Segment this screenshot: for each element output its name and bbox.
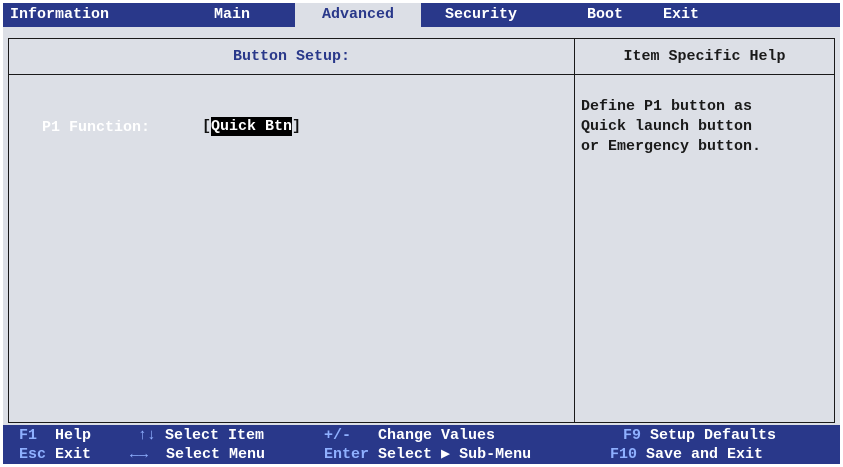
p1-function-value[interactable]: Quick Btn: [211, 117, 293, 136]
menu-tab-exit[interactable]: Exit: [663, 3, 699, 27]
key-hint-save-exit: F10 Save and Exit: [610, 446, 763, 464]
key-f9: F9: [623, 427, 642, 444]
key-hint-setup-defaults: F9 Setup Defaults: [623, 427, 776, 445]
key-desc: Help: [55, 427, 92, 444]
menu-tab-main[interactable]: Main: [214, 3, 250, 27]
key-hint-sub-menu: Enter Select ▶ Sub-Menu: [324, 446, 531, 464]
menu-tab-boot[interactable]: Boot: [587, 3, 623, 27]
key-desc: Change Values: [378, 427, 496, 444]
key-f10: F10: [610, 446, 638, 463]
key-hint-exit: Esc Exit: [19, 446, 91, 464]
key-hint-help: F1 Help: [19, 427, 91, 445]
menu-tab-advanced[interactable]: Advanced: [295, 3, 421, 27]
key-desc: Select Item: [165, 427, 265, 444]
arrows-up-down-icon: ↑↓: [138, 427, 157, 444]
key-help-bar: F1 Help ↑↓ Select Item +/- Change Values…: [3, 425, 840, 464]
menu-bar: Information Main Advanced Security Boot …: [3, 3, 840, 27]
help-panel-title: Item Specific Help: [575, 39, 834, 75]
panel-divider: [574, 39, 575, 422]
menu-tab-information[interactable]: Information: [10, 3, 109, 27]
p1-function-label: P1 Function:: [42, 119, 151, 136]
p1-function-setting[interactable]: [Quick Btn]: [202, 117, 301, 137]
key-desc: Select Menu: [166, 446, 266, 463]
help-line: Quick launch button: [581, 118, 753, 135]
setup-frame: Button Setup: Item Specific Help P1 Func…: [8, 38, 835, 423]
close-bracket: ]: [292, 118, 302, 135]
bios-screen: Information Main Advanced Security Boot …: [3, 3, 840, 464]
arrows-left-right-icon: ←→: [130, 446, 149, 463]
key-desc: Save and Exit: [646, 446, 764, 463]
key-enter: Enter: [324, 446, 370, 463]
key-hint-select-menu: ←→ Select Menu: [130, 446, 265, 464]
key-desc: Select ▶ Sub-Menu: [378, 446, 532, 463]
key-f1: F1: [19, 427, 38, 444]
key-esc: Esc: [19, 446, 47, 463]
help-line: Define P1 button as: [581, 98, 753, 115]
key-hint-select-item: ↑↓ Select Item: [138, 427, 264, 445]
key-hint-change-values: +/- Change Values: [324, 427, 495, 445]
help-line: or Emergency button.: [581, 138, 762, 155]
key-desc: Setup Defaults: [650, 427, 777, 444]
open-bracket: [: [202, 118, 212, 135]
panel-title: Button Setup:: [9, 39, 574, 75]
key-plus-minus: +/-: [324, 427, 352, 444]
menu-tab-security[interactable]: Security: [445, 3, 517, 27]
help-text: Define P1 button as Quick launch button …: [581, 97, 831, 157]
key-desc: Exit: [55, 446, 92, 463]
